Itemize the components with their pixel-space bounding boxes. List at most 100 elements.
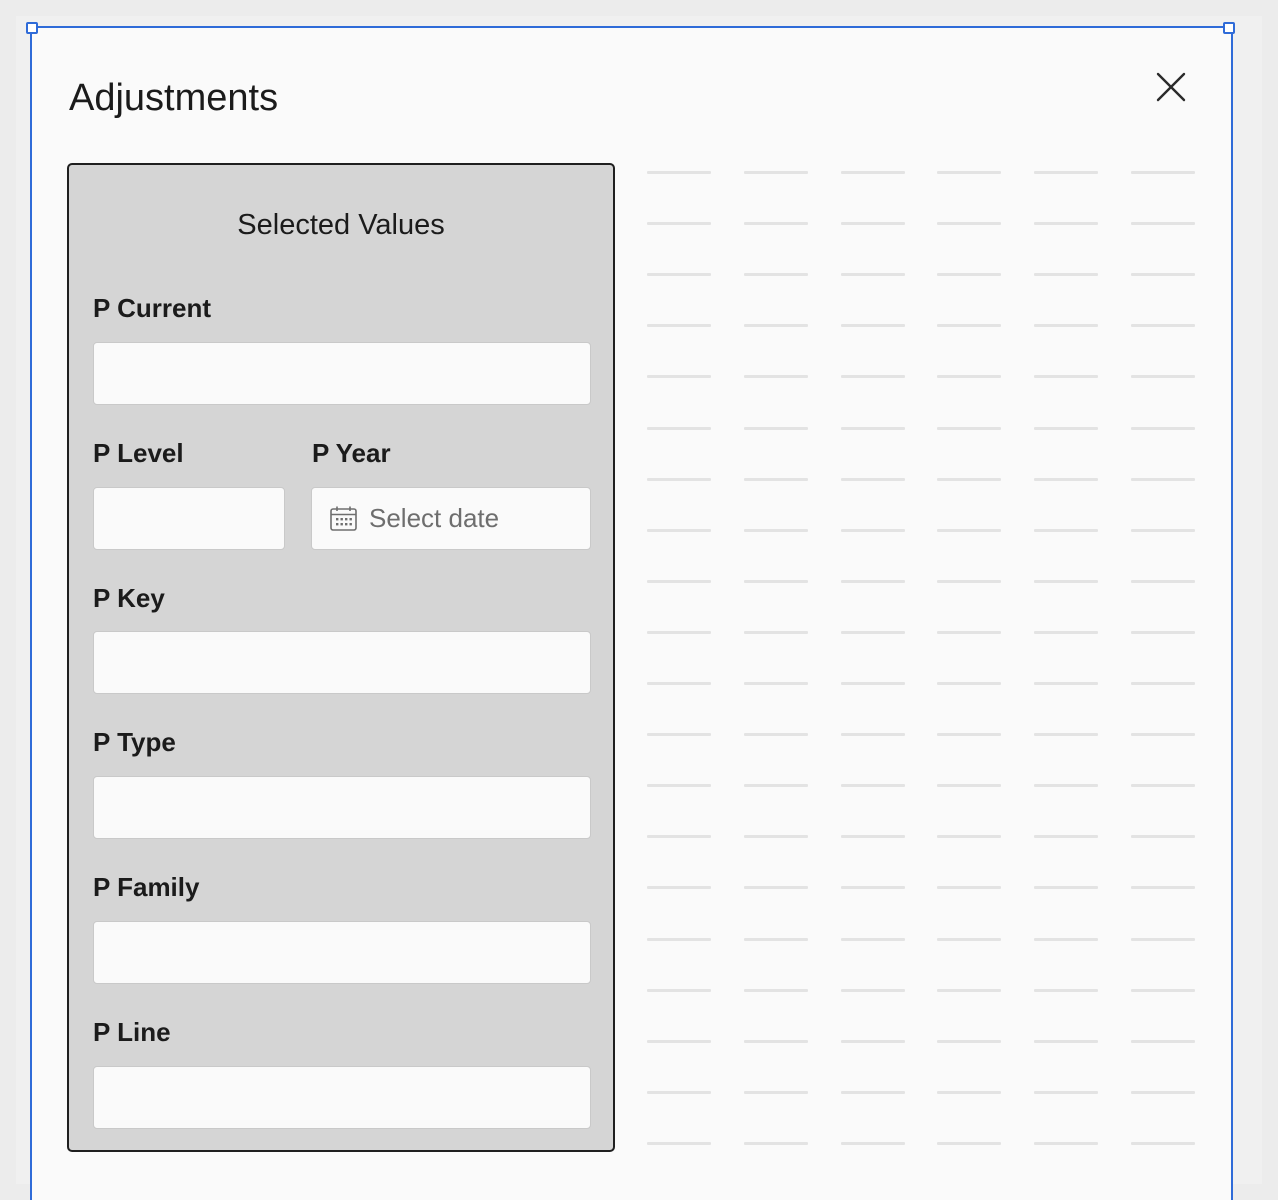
- grid-dash: [744, 937, 808, 941]
- p-family-input[interactable]: [93, 921, 591, 984]
- calendar-icon: [330, 506, 357, 531]
- grid-dash: [744, 733, 808, 737]
- close-button[interactable]: [1150, 66, 1192, 108]
- grid-dash: [1034, 1141, 1098, 1145]
- grid-dash: [744, 784, 808, 788]
- grid-dash: [1131, 273, 1195, 277]
- grid-dash: [1034, 937, 1098, 941]
- grid-dash: [937, 375, 1001, 379]
- grid-dash: [744, 1039, 808, 1043]
- grid-dash: [744, 1090, 808, 1094]
- grid-dash: [744, 324, 808, 328]
- grid-dash: [937, 426, 1001, 430]
- grid-dash: [1034, 426, 1098, 430]
- grid-dash: [744, 375, 808, 379]
- grid-dash: [647, 1141, 711, 1145]
- p-type-input[interactable]: [93, 776, 591, 839]
- grid-dash: [1034, 886, 1098, 890]
- panel-title: Selected Values: [237, 209, 445, 241]
- grid-dash: [744, 630, 808, 634]
- grid-dash: [647, 988, 711, 992]
- grid-dash: [1131, 1039, 1195, 1043]
- dialog-title: Adjustments: [69, 77, 279, 119]
- grid-dash: [1131, 375, 1195, 379]
- grid-dash: [1131, 937, 1195, 941]
- grid-dash: [647, 324, 711, 328]
- p-current-input[interactable]: [93, 342, 591, 405]
- date-placeholder: Select date: [369, 503, 500, 533]
- resize-handle-top-right[interactable]: [1223, 22, 1235, 34]
- grid-dash: [744, 171, 808, 174]
- p-year-label: P Year: [312, 438, 391, 468]
- grid-dash: [937, 1090, 1001, 1094]
- grid-dash: [841, 579, 905, 583]
- grid-dash: [1131, 835, 1195, 839]
- grid-dash: [841, 835, 905, 839]
- grid-dash: [1034, 324, 1098, 328]
- grid-dash: [1034, 784, 1098, 788]
- grid-dash: [744, 426, 808, 430]
- grid-dash: [1131, 886, 1195, 890]
- grid-dash: [744, 682, 808, 685]
- grid-dash: [744, 835, 808, 839]
- grid-dash: [937, 733, 1001, 737]
- grid-dash: [841, 324, 905, 328]
- grid-dash: [841, 1141, 905, 1145]
- grid-dash: [937, 1141, 1001, 1145]
- p-line-input[interactable]: [93, 1066, 591, 1129]
- grid-dash: [1034, 528, 1098, 532]
- grid-dash: [937, 528, 1001, 532]
- grid-dash: [1034, 1090, 1098, 1094]
- grid-dash: [744, 477, 808, 481]
- grid-dash: [937, 477, 1001, 481]
- grid-dash: [1131, 528, 1195, 532]
- grid-dash: [1034, 477, 1098, 481]
- p-key-input[interactable]: [93, 631, 591, 694]
- grid-dash: [841, 375, 905, 379]
- p-year-date-picker[interactable]: Select date: [311, 487, 591, 550]
- grid-dash: [841, 682, 905, 685]
- grid-dash: [647, 222, 711, 226]
- resize-handle-top-left[interactable]: [26, 22, 38, 34]
- grid-dash: [744, 273, 808, 277]
- grid-dash: [1131, 579, 1195, 583]
- grid-dash: [1131, 988, 1195, 992]
- grid-dash: [744, 988, 808, 992]
- p-current-label: P Current: [93, 293, 211, 323]
- grid-dash: [841, 733, 905, 737]
- grid-dash: [1034, 375, 1098, 379]
- grid-dash: [1034, 682, 1098, 685]
- grid-dash: [937, 273, 1001, 277]
- grid-dash: [937, 579, 1001, 583]
- grid-dash: [1034, 222, 1098, 226]
- grid-dash: [744, 579, 808, 583]
- p-family-label: P Family: [93, 872, 200, 902]
- grid-dash: [647, 937, 711, 941]
- grid-dash: [937, 630, 1001, 634]
- grid-dash: [1034, 273, 1098, 277]
- grid-dash: [937, 171, 1001, 174]
- grid-dash: [1034, 579, 1098, 583]
- grid-dash: [841, 528, 905, 532]
- grid-dash: [1131, 784, 1195, 788]
- grid-dash: [937, 937, 1001, 941]
- grid-dash: [647, 733, 711, 737]
- selected-values-panel: Selected Values P Current P Level P Year…: [67, 163, 615, 1152]
- grid-dash: [937, 886, 1001, 890]
- grid-dash: [841, 477, 905, 481]
- grid-dash: [937, 1039, 1001, 1043]
- grid-dash: [647, 630, 711, 634]
- grid-dash: [744, 528, 808, 532]
- grid-dash: [647, 426, 711, 430]
- p-key-label: P Key: [93, 583, 165, 613]
- grid-dash: [841, 630, 905, 634]
- p-level-input[interactable]: [93, 487, 285, 550]
- grid-dash: [744, 886, 808, 890]
- grid-dash: [647, 784, 711, 788]
- grid-dash: [937, 324, 1001, 328]
- grid-dash: [1131, 682, 1195, 685]
- p-level-label: P Level: [93, 438, 184, 468]
- grid-dash: [841, 426, 905, 430]
- grid-dash: [1034, 988, 1098, 992]
- grid-dash: [647, 528, 711, 532]
